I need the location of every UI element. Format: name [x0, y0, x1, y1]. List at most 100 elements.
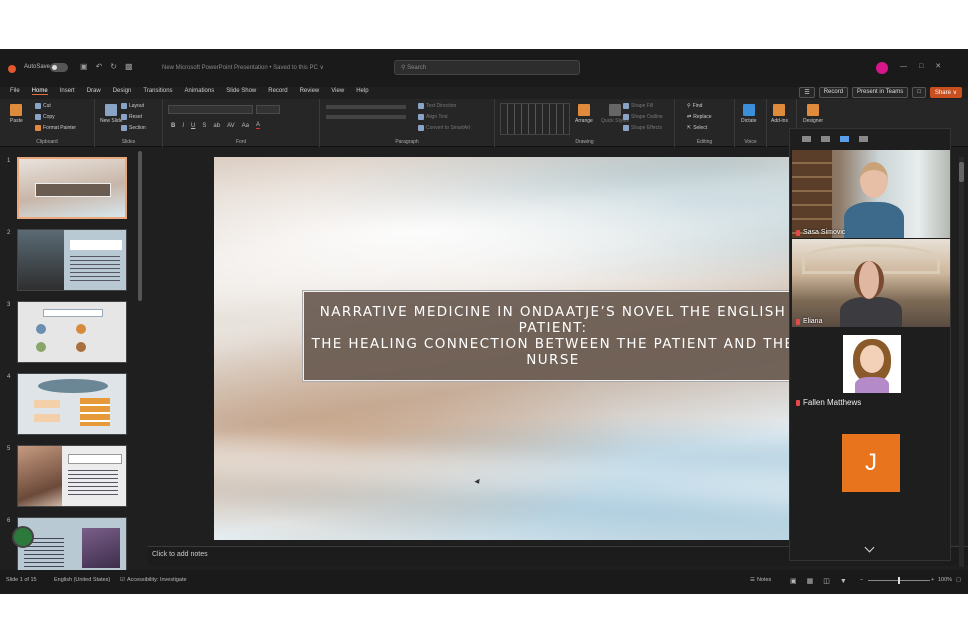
thumbnail-slide-2[interactable] — [17, 229, 127, 291]
undo-icon[interactable]: ↶ — [96, 62, 103, 71]
addins-button[interactable]: Add-ins — [771, 104, 788, 124]
designer-button[interactable]: Designer — [803, 104, 823, 124]
editing-label: Editing — [696, 139, 713, 145]
zoom-out-icon[interactable]: – — [860, 577, 863, 583]
user-avatar[interactable] — [876, 62, 888, 74]
chat-button[interactable]: □ — [912, 87, 926, 98]
align-text-icon — [418, 114, 424, 120]
bold-icon[interactable]: B — [171, 123, 175, 129]
thumbnails-scrollbar[interactable] — [138, 151, 142, 301]
italic-icon[interactable]: I — [182, 123, 184, 129]
autosave-toggle[interactable] — [50, 63, 68, 72]
format-painter-button[interactable]: Format Painter — [35, 125, 76, 131]
copilot-icon[interactable] — [12, 526, 34, 548]
zoom-in-icon[interactable]: + — [931, 577, 934, 583]
spacing-icon[interactable]: AV — [227, 123, 235, 129]
reading-view-icon[interactable]: ◫ — [823, 577, 830, 585]
tab-design[interactable]: Design — [113, 88, 132, 95]
reset-button[interactable]: Reset — [121, 114, 142, 120]
present-icon[interactable]: ▩ — [125, 62, 133, 71]
maximize-icon[interactable]: □ — [919, 63, 923, 70]
copy-button[interactable]: Copy — [35, 114, 55, 120]
tab-slide-show[interactable]: Slide Show — [226, 88, 256, 95]
tab-draw[interactable]: Draw — [87, 88, 101, 95]
view-layout-icon[interactable] — [821, 136, 830, 142]
underline-icon[interactable]: U — [191, 123, 195, 129]
gallery-view-icon[interactable] — [840, 136, 849, 142]
autosave-label: AutoSave — [24, 64, 51, 70]
slideshow-view-icon[interactable]: ▼ — [840, 578, 847, 585]
thumb-text — [68, 470, 118, 496]
layout-button[interactable]: Layout — [121, 103, 144, 109]
fit-to-window-icon[interactable]: ▢ — [956, 577, 961, 583]
font-family-select[interactable] — [168, 105, 253, 114]
slide-sorter-icon[interactable]: ▦ — [807, 577, 814, 585]
smartart-button[interactable]: Convert to SmartArt — [418, 125, 470, 131]
thumbnail-slide-6[interactable] — [17, 517, 127, 578]
shapes-gallery[interactable] — [500, 103, 570, 135]
notes-toggle[interactable]: ☰ Notes — [750, 577, 771, 583]
font-color-icon[interactable]: A — [255, 122, 260, 129]
tab-insert[interactable]: Insert — [60, 88, 75, 95]
participant-name: Eliana — [796, 318, 822, 325]
select-icon: ⇱ — [687, 125, 692, 131]
thumbnail-slide-4[interactable] — [17, 373, 127, 435]
close-icon[interactable]: ✕ — [935, 62, 941, 70]
text-direction-button[interactable]: Text Direction — [418, 103, 456, 109]
document-title[interactable]: New Microsoft PowerPoint Presentation • … — [162, 64, 324, 71]
language-indicator[interactable]: English (United States) — [54, 577, 110, 583]
thumbnail-slide-5[interactable] — [17, 445, 127, 507]
accessibility-checker[interactable]: ☑ Accessibility: Investigate — [120, 577, 187, 583]
participant-video-tile[interactable]: Sasa Simovic — [792, 150, 950, 238]
select-button[interactable]: ⇱ Select — [687, 125, 707, 131]
view-layout-icon[interactable] — [802, 136, 811, 142]
strikethrough-icon[interactable]: ab — [213, 123, 220, 129]
thumbnail-slide-1[interactable] — [17, 157, 127, 219]
zoom-slider-thumb[interactable] — [898, 577, 900, 584]
tab-file[interactable]: File — [10, 88, 20, 95]
present-in-teams-button[interactable]: Present in Teams — [852, 87, 909, 98]
share-button[interactable]: Share ∨ — [929, 87, 962, 98]
tab-animations[interactable]: Animations — [185, 88, 215, 95]
new-slide-button[interactable]: New Slide — [100, 104, 123, 124]
layout-label: Layout — [129, 103, 145, 109]
case-icon[interactable]: Aa — [242, 123, 249, 129]
tab-record[interactable]: Record — [268, 88, 287, 95]
save-icon[interactable]: ▣ — [80, 62, 88, 71]
grid-view-icon[interactable] — [859, 136, 868, 142]
minimize-icon[interactable]: — — [900, 63, 907, 70]
shape-outline-button[interactable]: Shape Outline — [623, 114, 663, 120]
replace-button[interactable]: ⇄ Replace — [687, 114, 712, 120]
tab-transitions[interactable]: Transitions — [143, 88, 172, 95]
paste-button[interactable]: Paste — [10, 104, 23, 124]
section-button[interactable]: Section — [121, 125, 146, 131]
zoom-level[interactable]: 100% — [938, 577, 952, 583]
thumb-number: 1 — [7, 158, 11, 164]
align-text-button[interactable]: Align Text — [418, 114, 448, 120]
dictate-button[interactable]: Dictate — [741, 104, 757, 124]
slide-scrollbar[interactable] — [959, 157, 964, 567]
font-size-select[interactable] — [256, 105, 280, 114]
cut-button[interactable]: Cut — [35, 103, 51, 109]
tab-home[interactable]: Home — [31, 88, 48, 95]
shape-fill-button[interactable]: Shape Fill — [623, 103, 653, 109]
chevron-down-icon[interactable] — [864, 542, 875, 553]
participant-video-tile[interactable]: Eliana — [792, 239, 950, 327]
tab-help[interactable]: Help — [356, 88, 368, 95]
find-button[interactable]: ⚲ Find — [687, 103, 702, 109]
tab-review[interactable]: Review — [300, 88, 320, 95]
arrange-button[interactable]: Arrange — [575, 104, 593, 124]
redo-icon[interactable]: ↻ — [110, 62, 117, 71]
shape-effects-button[interactable]: Shape Effects — [623, 125, 662, 131]
brush-icon — [35, 125, 41, 131]
participant-avatar-tile[interactable]: Fallen Matthews — [792, 328, 950, 418]
thumbnail-slide-3[interactable] — [17, 301, 127, 363]
tab-view[interactable]: View — [331, 88, 344, 95]
shadow-icon[interactable]: S — [202, 123, 206, 129]
search-input[interactable]: ⚲ Search — [394, 60, 580, 75]
slide-title-box[interactable]: NARRATIVE MEDICINE IN ONDAATJE’S NOVEL T… — [302, 290, 804, 382]
participant-initial-tile[interactable]: J — [792, 424, 950, 514]
normal-view-icon[interactable]: ▣ — [790, 577, 797, 585]
record-button[interactable]: Record — [818, 87, 849, 98]
comments-button[interactable]: ☰ — [799, 87, 815, 98]
